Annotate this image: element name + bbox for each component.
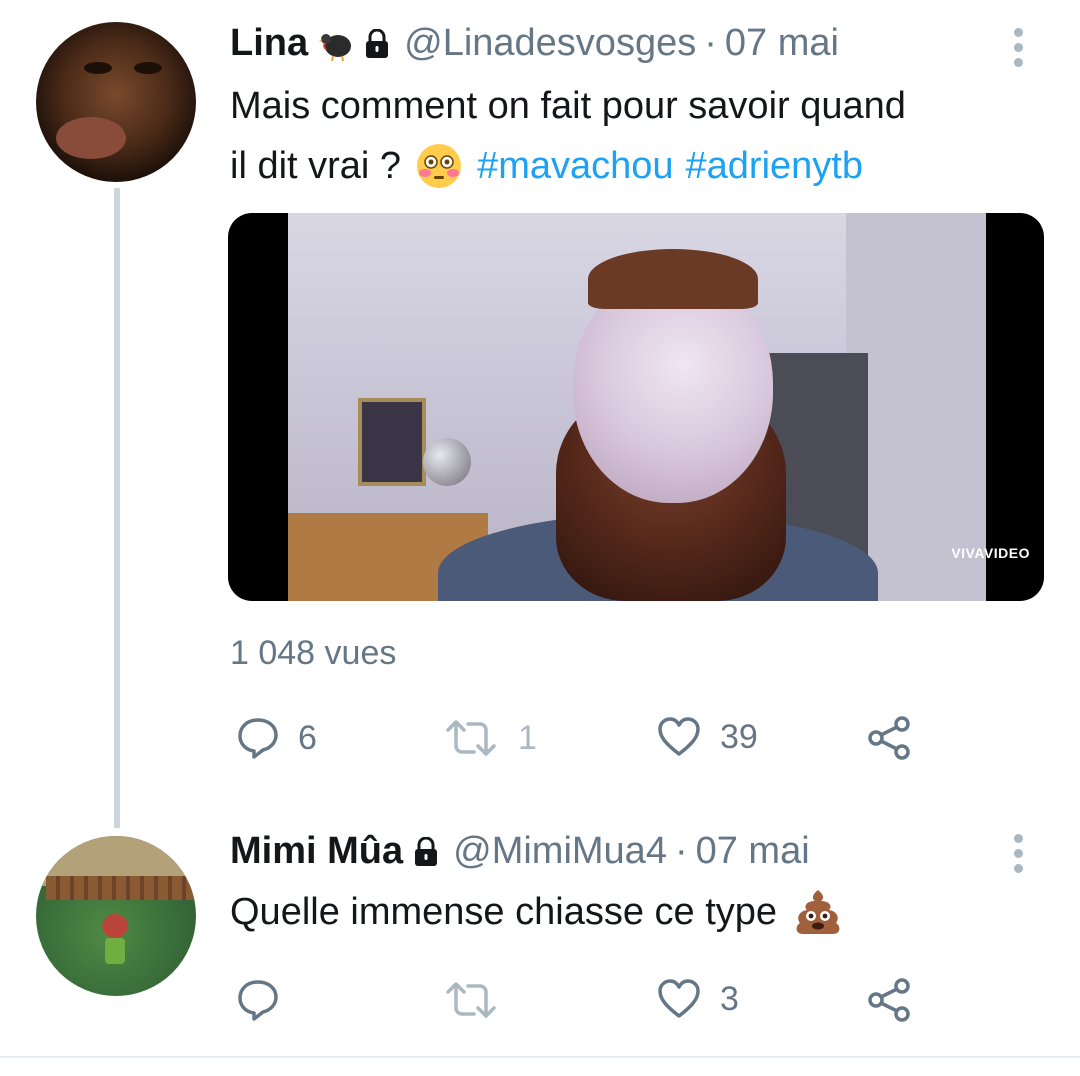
- pile-of-poo-icon: [796, 890, 840, 934]
- like-count: 3: [720, 979, 739, 1018]
- tweet2-header: Mimi Mûa @MimiMua4 · 07 mai: [230, 830, 810, 873]
- tweet2-date[interactable]: 07 mai: [696, 830, 810, 873]
- share-button[interactable]: [866, 714, 914, 762]
- tweet1-text-line2: il dit vrai ?: [230, 145, 402, 187]
- video-frame: [288, 213, 986, 601]
- reply-button[interactable]: 6: [236, 716, 317, 760]
- avatar-eye: [84, 62, 112, 74]
- tweet1-view-count: 1 048 vues: [230, 634, 397, 672]
- reply-icon: [238, 980, 278, 1021]
- tweet1-text: Mais comment on fait pour savoir quand i…: [230, 76, 906, 196]
- tweet1-display-name[interactable]: Lina: [230, 22, 308, 65]
- thread-line: [114, 188, 120, 828]
- lock-icon: [415, 836, 438, 866]
- retweet-icon: [446, 982, 496, 1018]
- avatar-mimi[interactable]: [36, 836, 196, 996]
- avatar-lips: [56, 117, 126, 159]
- reply-count: 6: [298, 718, 317, 757]
- tweet2-separator: ·: [674, 830, 688, 872]
- video-watermark: VIVAVIDEO: [951, 545, 1030, 561]
- share-button[interactable]: [866, 976, 914, 1024]
- tweet1-handle[interactable]: @Linadesvosges: [404, 22, 696, 65]
- retweet-button[interactable]: [442, 980, 500, 1020]
- tweet2-text: Quelle immense chiasse ce type: [230, 882, 843, 942]
- retweet-count: 1: [518, 718, 537, 757]
- tweet2-handle[interactable]: @MimiMua4: [453, 830, 667, 873]
- lock-icon: [366, 28, 389, 58]
- share-icon: [868, 978, 910, 1022]
- more-options-icon[interactable]: [1014, 834, 1026, 879]
- retweet-button[interactable]: 1: [442, 718, 537, 758]
- hashtag-mavachou[interactable]: #mavachou: [477, 136, 673, 196]
- reply-icon: [238, 718, 278, 759]
- flushed-face-icon: [417, 144, 462, 188]
- heart-icon: [658, 717, 700, 756]
- avatar-lina[interactable]: [36, 22, 196, 182]
- more-options-icon[interactable]: [1014, 28, 1026, 73]
- hashtag-adrienytb[interactable]: #adrienytb: [686, 136, 863, 196]
- tweet-divider: [0, 1056, 1080, 1058]
- tweet2-display-name[interactable]: Mimi Mûa: [230, 830, 403, 873]
- retweet-icon: [446, 720, 496, 756]
- reply-button[interactable]: [236, 978, 280, 1022]
- tweet1-text-line1: Mais comment on fait pour savoir quand: [230, 85, 906, 127]
- like-count: 39: [720, 717, 758, 756]
- tweet1-video[interactable]: VIVAVIDEO: [228, 213, 1044, 601]
- tweet2-text-body: Quelle immense chiasse ce type: [230, 891, 778, 933]
- tweet1-separator: ·: [704, 22, 717, 64]
- avatar-eye: [134, 62, 162, 74]
- like-button[interactable]: 3: [656, 978, 739, 1020]
- tweet1-date[interactable]: 07 mai: [725, 22, 839, 65]
- like-button[interactable]: 39: [656, 716, 758, 758]
- share-icon: [868, 716, 910, 760]
- heart-icon: [658, 979, 700, 1018]
- tweet1-header: Lina @Linadesvosges · 07 mai: [230, 22, 839, 65]
- turkey-icon: [319, 33, 352, 61]
